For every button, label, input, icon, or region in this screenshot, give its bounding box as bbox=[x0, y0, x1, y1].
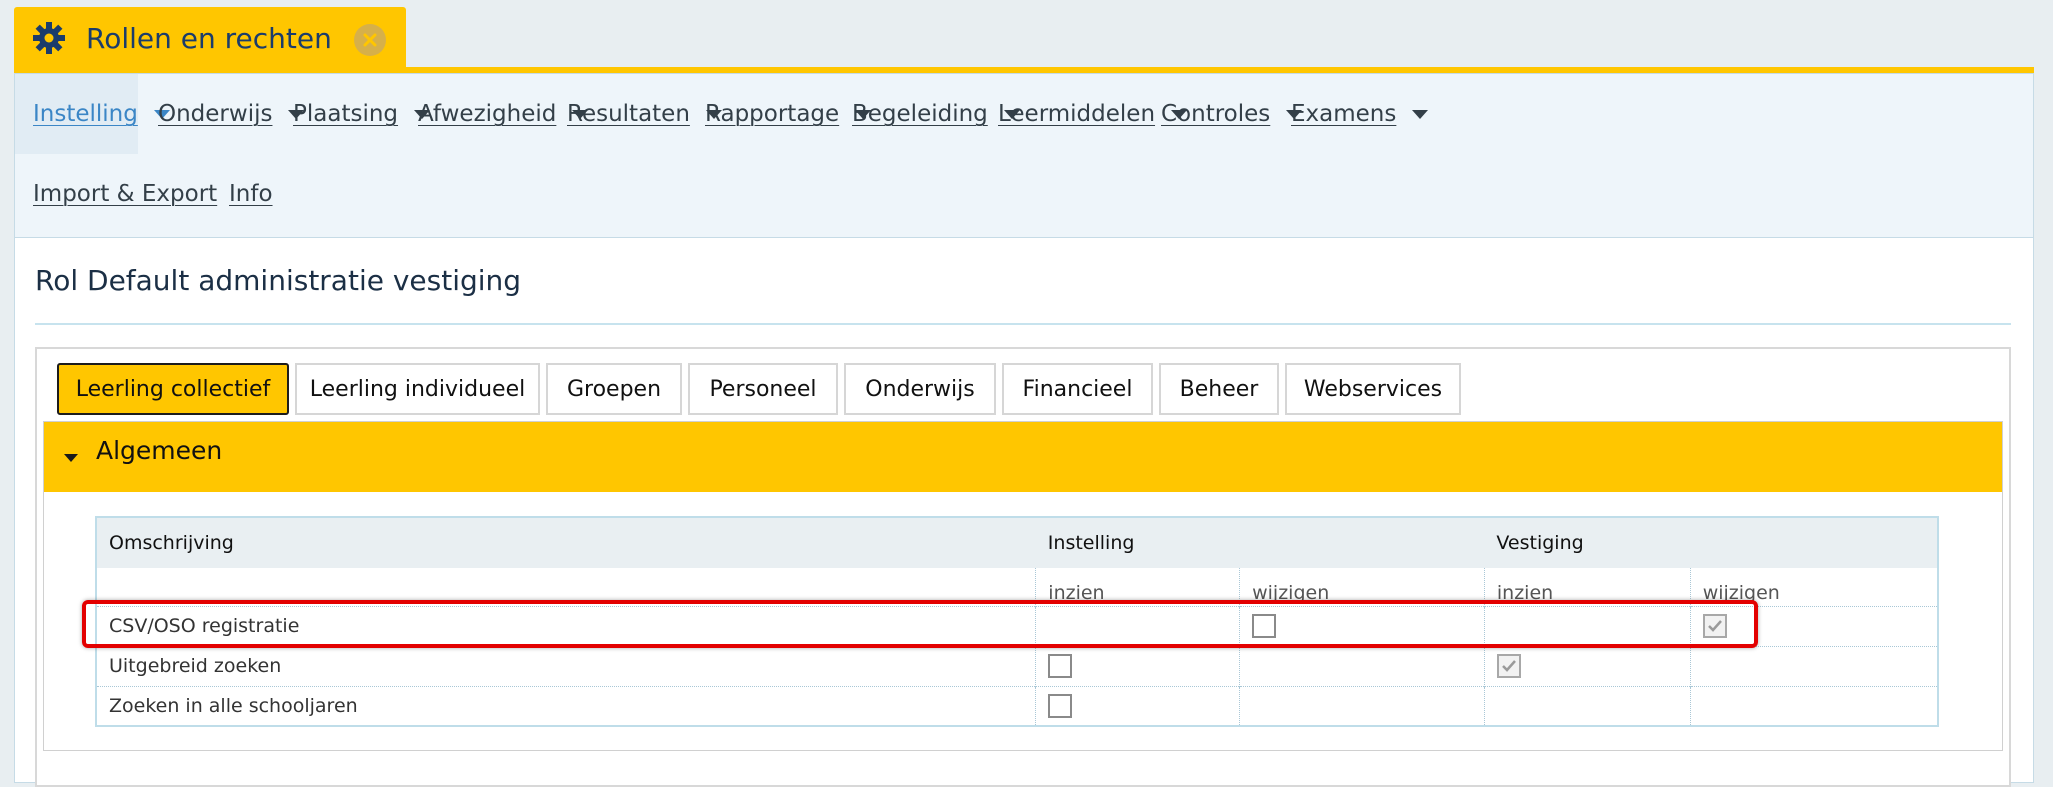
checkmark-icon bbox=[1502, 660, 1516, 672]
menu-item-label: Examens bbox=[1291, 101, 1397, 127]
tab-groepen[interactable]: Groepen bbox=[546, 363, 682, 415]
row-label: Zoeken in alle schooljaren bbox=[96, 685, 1036, 726]
cell-empty bbox=[1239, 645, 1485, 686]
menu-item-label: Instelling bbox=[33, 101, 138, 127]
main-menu: Instelling Onderwijs Plaatsing Afwezighe… bbox=[15, 74, 2033, 238]
column-header-vestiging: Vestiging bbox=[1484, 517, 1938, 568]
chevron-down-icon bbox=[1412, 109, 1429, 119]
cell-empty bbox=[1483, 685, 1691, 726]
tab-beheer[interactable]: Beheer bbox=[1159, 363, 1279, 415]
table-header-row: Omschrijving Instelling Vestiging bbox=[96, 517, 1938, 568]
menu-item-label: Import & Export bbox=[33, 181, 218, 207]
cell-vestiging-inzien bbox=[1483, 645, 1691, 686]
menu-item-instelling[interactable]: Instelling bbox=[15, 74, 170, 154]
section-header[interactable]: Algemeen bbox=[44, 422, 2002, 492]
tab-webservices[interactable]: Webservices bbox=[1285, 363, 1461, 415]
main-panel: Instelling Onderwijs Plaatsing Afwezighe… bbox=[14, 73, 2034, 787]
menu-item-label: Resultaten bbox=[567, 101, 690, 127]
table-row: Uitgebreid zoeken bbox=[96, 645, 1938, 686]
menu-item-label: Controles bbox=[1161, 101, 1271, 127]
section-algemeen: Algemeen Omschrijving Instelling Vestigi… bbox=[43, 421, 2003, 751]
menu-item-info[interactable]: Info bbox=[211, 154, 291, 234]
column-header-instelling: Instelling bbox=[1035, 517, 1485, 568]
page-title: Rol Default administratie vestiging bbox=[35, 264, 522, 297]
tab-personeel[interactable]: Personeel bbox=[688, 363, 838, 415]
gear-icon bbox=[30, 19, 68, 57]
checkbox[interactable] bbox=[1048, 654, 1073, 678]
column-header-omschrijving: Omschrijving bbox=[96, 517, 1036, 568]
cell-instelling-inzien bbox=[1035, 645, 1240, 686]
menu-item-label: Leermiddelen bbox=[998, 101, 1156, 127]
cell-instelling-inzien bbox=[1035, 685, 1240, 726]
tab-leerling-collectief[interactable]: Leerling collectief bbox=[57, 363, 289, 415]
table-row: Zoeken in alle schooljaren bbox=[96, 685, 1938, 726]
tab-leerling-individueel[interactable]: Leerling individueel bbox=[295, 363, 540, 415]
menu-item-label: Begeleiding bbox=[852, 101, 988, 127]
cell-empty bbox=[1689, 645, 1938, 686]
permissions-panel: Leerling collectief Leerling individueel… bbox=[35, 347, 2011, 787]
section-title: Algemeen bbox=[96, 436, 223, 465]
tab-onderwijs[interactable]: Onderwijs bbox=[844, 363, 996, 415]
menu-item-label: Plaatsing bbox=[293, 101, 399, 127]
highlight-box bbox=[82, 600, 1758, 648]
row-label: Uitgebreid zoeken bbox=[96, 645, 1036, 686]
cell-empty bbox=[1689, 685, 1938, 726]
divider bbox=[35, 323, 2011, 325]
caret-down-icon bbox=[64, 454, 78, 462]
checkbox-checked[interactable] bbox=[1496, 654, 1521, 678]
app-tab-title: Rollen en rechten bbox=[86, 21, 332, 55]
app-tab[interactable]: Rollen en rechten bbox=[14, 7, 406, 69]
menu-item-label: Info bbox=[229, 181, 273, 207]
menu-item-examens[interactable]: Examens bbox=[1273, 74, 1446, 154]
menu-item-import-export[interactable]: Import & Export bbox=[15, 154, 235, 234]
menu-item-label: Afwezigheid bbox=[418, 101, 557, 127]
checkbox[interactable] bbox=[1048, 693, 1073, 718]
cell-empty bbox=[1239, 685, 1485, 726]
tab-financieel[interactable]: Financieel bbox=[1002, 363, 1153, 415]
close-icon[interactable] bbox=[354, 24, 386, 56]
menu-item-label: Onderwijs bbox=[158, 101, 273, 127]
menu-item-label: Rapportage bbox=[705, 101, 840, 127]
